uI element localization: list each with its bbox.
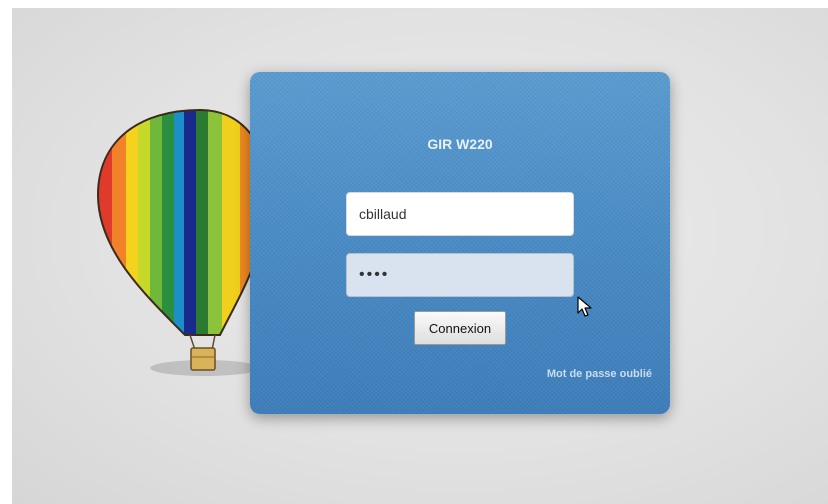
connexion-button[interactable]: Connexion [414, 311, 506, 345]
hot-air-balloon-icon [96, 108, 270, 376]
forgot-password-link[interactable]: Mot de passe oublié [547, 368, 652, 380]
password-input[interactable] [346, 253, 574, 297]
mouse-cursor-icon [577, 296, 592, 317]
app-title: GIR W220 [427, 136, 493, 152]
username-input[interactable] [346, 192, 574, 236]
login-panel: GIR W220 Connexion Mot de passe oublié [250, 72, 670, 414]
